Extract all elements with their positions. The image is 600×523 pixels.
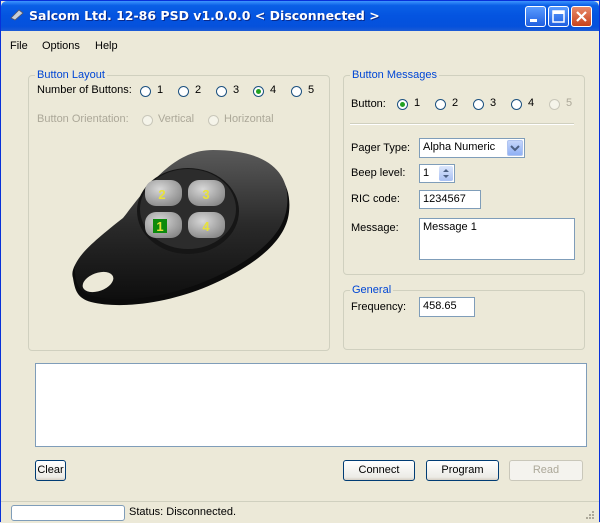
messages-divider — [350, 123, 574, 125]
read-button[interactable]: Read — [509, 460, 583, 481]
minimize-button[interactable] — [525, 6, 546, 27]
keyfob-key-3-label: 3 — [202, 187, 209, 202]
program-button[interactable]: Program — [426, 460, 499, 481]
num-buttons-radio-3[interactable] — [216, 86, 227, 97]
menu-help[interactable]: Help — [95, 40, 118, 52]
beep-level-value: 1 — [423, 167, 430, 179]
keyfob-key-4-label: 4 — [202, 219, 210, 234]
orientation-vertical-label: Vertical — [158, 113, 195, 125]
num-buttons-radio-3-label: 3 — [233, 84, 240, 96]
num-buttons-radio-2[interactable] — [178, 86, 189, 97]
num-buttons-radio-4-label: 4 — [270, 84, 277, 96]
ric-code-label: RIC code: — [351, 193, 400, 205]
num-buttons-radio-5[interactable] — [291, 86, 302, 97]
status-bar: Status: Disconnected. — [1, 501, 599, 523]
orientation-vertical-radio[interactable] — [142, 115, 153, 126]
message-button-radio-1-label: 1 — [414, 97, 421, 109]
message-button-radio-2[interactable] — [435, 99, 446, 110]
resize-grip-icon[interactable] — [585, 510, 595, 520]
keyfob-image: 2 3 1 4 — [72, 150, 290, 306]
pager-type-select[interactable]: Alpha Numeric — [419, 138, 525, 158]
button-orientation-label: Button Orientation: — [37, 113, 129, 125]
chevron-down-icon — [510, 145, 520, 152]
maximize-icon — [552, 10, 565, 23]
keyfob-key-2-label: 2 — [158, 187, 165, 202]
message-button-radio-5[interactable] — [549, 99, 560, 110]
minimize-icon — [530, 19, 537, 22]
maximize-button[interactable] — [548, 6, 569, 27]
menu-bar: File Options Help — [1, 37, 599, 55]
dropdown-arrow-button[interactable] — [507, 140, 523, 156]
message-button-radio-1[interactable] — [397, 99, 408, 110]
num-buttons-radio-5-label: 5 — [308, 84, 315, 96]
num-buttons-radio-2-label: 2 — [195, 84, 202, 96]
orientation-horizontal-label: Horizontal — [224, 113, 274, 125]
menu-options[interactable]: Options — [42, 40, 80, 52]
frequency-label: Frequency: — [351, 301, 407, 313]
frequency-input[interactable]: 458.65 — [419, 297, 475, 317]
clear-button[interactable]: Clear — [35, 460, 66, 481]
num-buttons-radio-4[interactable] — [253, 86, 264, 97]
general-legend: General — [350, 284, 394, 296]
button-layout-legend: Button Layout — [35, 69, 107, 81]
message-button-radio-5-label: 5 — [566, 97, 573, 109]
pager-type-value: Alpha Numeric — [423, 141, 496, 153]
pager-type-label: Pager Type: — [351, 142, 411, 154]
button-select-label: Button: — [351, 98, 386, 110]
number-of-buttons-label: Number of Buttons: — [37, 84, 132, 96]
spin-arrows-icon — [443, 169, 449, 178]
pager-app-icon — [10, 9, 24, 21]
num-buttons-radio-1[interactable] — [140, 86, 151, 97]
message-label: Message: — [351, 222, 399, 234]
status-text: Status: Disconnected. — [129, 506, 237, 518]
connect-button[interactable]: Connect — [343, 460, 415, 481]
message-button-radio-3[interactable] — [473, 99, 484, 110]
beep-spin-buttons[interactable] — [439, 166, 453, 181]
ric-code-input[interactable]: 1234567 — [419, 190, 481, 209]
window-title: Salcom Ltd. 12-86 PSD v1.0.0.0 < Disconn… — [29, 8, 380, 23]
main-window: Salcom Ltd. 12-86 PSD v1.0.0.0 < Disconn… — [0, 0, 600, 523]
orientation-horizontal-radio[interactable] — [208, 115, 219, 126]
message-button-radio-2-label: 2 — [452, 97, 459, 109]
message-button-radio-3-label: 3 — [490, 97, 497, 109]
message-button-radio-4-label: 4 — [528, 97, 535, 109]
beep-level-stepper[interactable]: 1 — [419, 164, 455, 183]
message-input[interactable]: Message 1 — [419, 218, 575, 260]
message-button-radio-4[interactable] — [511, 99, 522, 110]
close-button[interactable] — [571, 6, 592, 27]
num-buttons-radio-1-label: 1 — [157, 84, 164, 96]
beep-level-label: Beep level: — [351, 167, 406, 179]
menu-file[interactable]: File — [10, 40, 28, 52]
status-progress-panel — [11, 505, 125, 521]
button-messages-legend: Button Messages — [350, 69, 439, 81]
keyfob-key-1-label: 1 — [156, 219, 163, 234]
title-bar[interactable]: Salcom Ltd. 12-86 PSD v1.0.0.0 < Disconn… — [1, 1, 599, 31]
close-icon — [576, 11, 587, 22]
log-output-area[interactable] — [35, 363, 587, 447]
